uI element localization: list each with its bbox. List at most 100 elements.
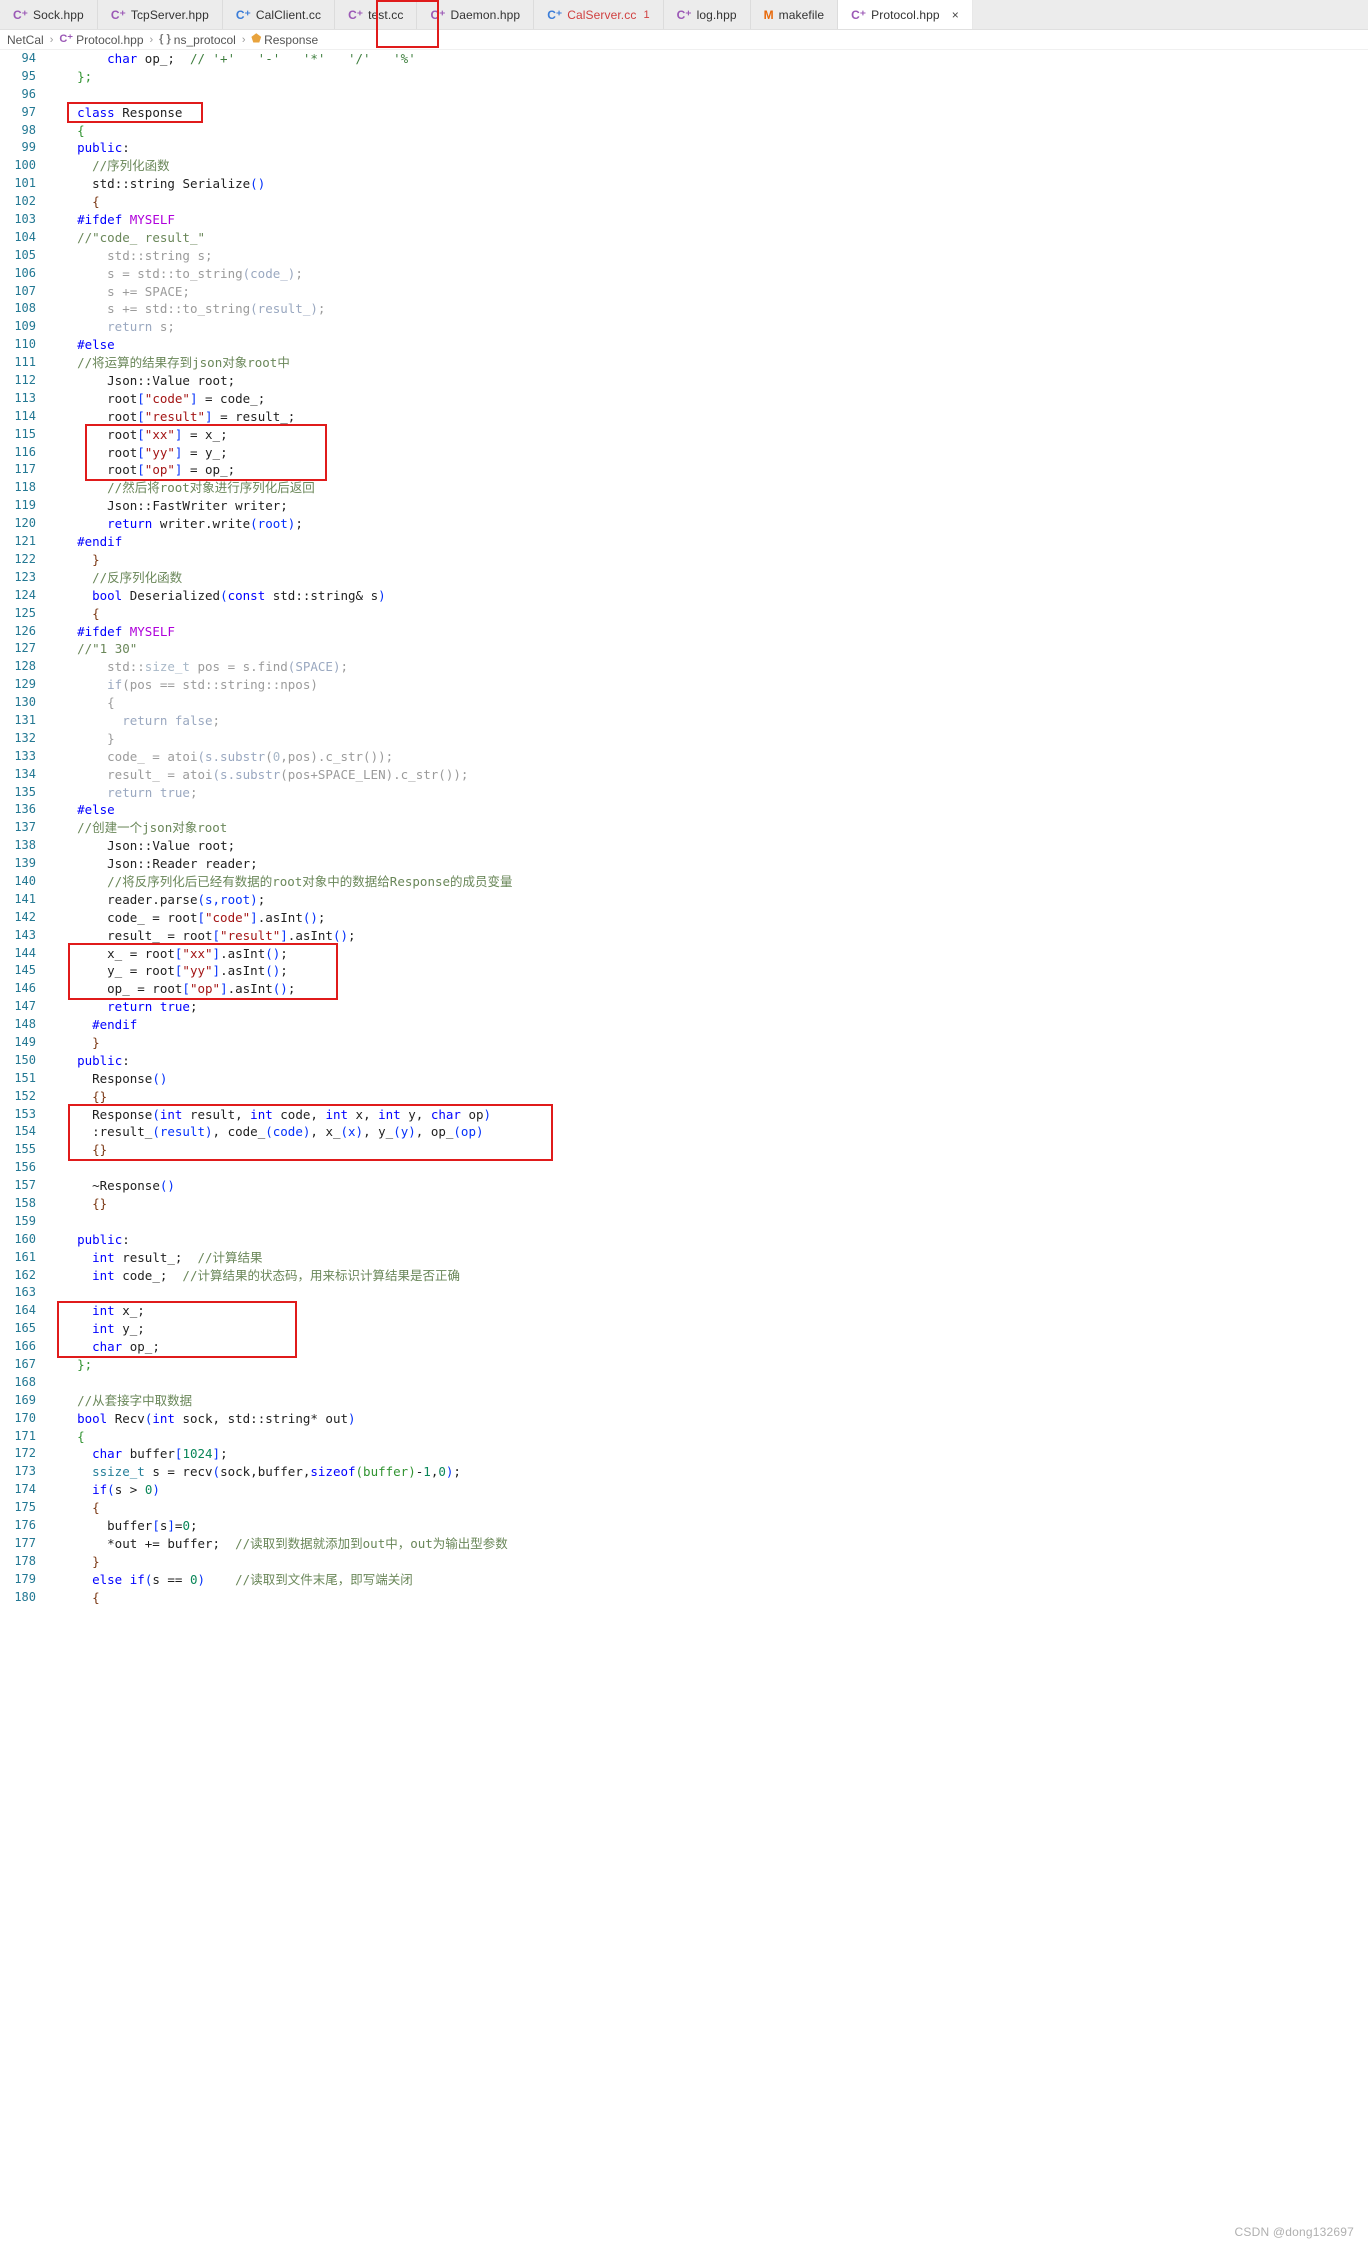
code-line[interactable]: 138 Json::Value root; — [0, 837, 1368, 855]
code-line[interactable]: 136 #else — [0, 801, 1368, 819]
code-line[interactable]: 174 if(s > 0) — [0, 1481, 1368, 1499]
code-line[interactable]: 142 code_ = root["code"].asInt(); — [0, 909, 1368, 927]
code-line[interactable]: 155 {} — [0, 1141, 1368, 1159]
code-line[interactable]: 163 — [0, 1284, 1368, 1302]
code-line[interactable]: 168 — [0, 1374, 1368, 1392]
code-line[interactable]: 117 root["op"] = op_; — [0, 461, 1368, 479]
tab-protocol-hpp[interactable]: C⁺ Protocol.hpp × — [838, 0, 973, 29]
code-line[interactable]: 171 { — [0, 1428, 1368, 1446]
code-line[interactable]: 145 y_ = root["yy"].asInt(); — [0, 962, 1368, 980]
code-line[interactable]: 131 return false; — [0, 712, 1368, 730]
code-line[interactable]: 147 return true; — [0, 998, 1368, 1016]
code-line[interactable]: 135 return true; — [0, 784, 1368, 802]
code-line[interactable]: 129 if(pos == std::string::npos) — [0, 676, 1368, 694]
code-line[interactable]: 146 op_ = root["op"].asInt(); — [0, 980, 1368, 998]
code-line[interactable]: 132 } — [0, 730, 1368, 748]
code-line[interactable]: 150 public: — [0, 1052, 1368, 1070]
code-line[interactable]: 158 {} — [0, 1195, 1368, 1213]
code-line[interactable]: 122 } — [0, 551, 1368, 569]
code-line[interactable]: 99 public: — [0, 139, 1368, 157]
code-line[interactable]: 166 char op_; — [0, 1338, 1368, 1356]
code-line[interactable]: 104 //"code_ result_" — [0, 229, 1368, 247]
code-line[interactable]: 127 //"1 30" — [0, 640, 1368, 658]
code-line[interactable]: 125 { — [0, 605, 1368, 623]
tab-log-hpp[interactable]: C⁺ log.hpp — [663, 0, 751, 29]
breadcrumb-item-protocol-hpp[interactable]: C⁺ Protocol.hpp — [59, 33, 143, 47]
code-line[interactable]: 118 //然后将root对象进行序列化后返回 — [0, 479, 1368, 497]
code-line[interactable]: 105 std::string s; — [0, 247, 1368, 265]
code-line[interactable]: 156 — [0, 1159, 1368, 1177]
tab-calserver-cc[interactable]: C⁺ CalServer.cc 1 — [534, 0, 664, 29]
code-line[interactable]: 153 Response(int result, int code, int x… — [0, 1106, 1368, 1124]
code-line[interactable]: 101 std::string Serialize() — [0, 175, 1368, 193]
code-line[interactable]: 108 s += std::to_string(result_); — [0, 300, 1368, 318]
breadcrumb-item-netcal[interactable]: NetCal — [7, 33, 44, 47]
tab-sock-hpp[interactable]: C⁺ Sock.hpp — [0, 0, 98, 29]
code-line[interactable]: 114 root["result"] = result_; — [0, 408, 1368, 426]
close-icon[interactable]: × — [952, 9, 959, 21]
code-line[interactable]: 161 int result_; //计算结果 — [0, 1249, 1368, 1267]
code-line[interactable]: 96 — [0, 86, 1368, 104]
code-line[interactable]: 154 :result_(result), code_(code), x_(x)… — [0, 1123, 1368, 1141]
tab-tcpserver-hpp[interactable]: C⁺ TcpServer.hpp — [97, 0, 223, 29]
code-line[interactable]: 126 #ifdef MYSELF — [0, 623, 1368, 641]
code-line[interactable]: 159 — [0, 1213, 1368, 1231]
code-line[interactable]: 179 else if(s == 0) //读取到文件末尾，即写端关闭 — [0, 1571, 1368, 1589]
code-line[interactable]: 137 //创建一个json对象root — [0, 819, 1368, 837]
code-line[interactable]: 178 } — [0, 1553, 1368, 1571]
code-line[interactable]: 100 //序列化函数 — [0, 157, 1368, 175]
code-line[interactable]: 152 {} — [0, 1088, 1368, 1106]
code-line[interactable]: 177 *out += buffer; //读取到数据就添加到out中，out为… — [0, 1535, 1368, 1553]
code-line[interactable]: 144 x_ = root["xx"].asInt(); — [0, 945, 1368, 963]
code-line[interactable]: 130 { — [0, 694, 1368, 712]
code-line[interactable]: 106 s = std::to_string(code_); — [0, 265, 1368, 283]
code-line[interactable]: 141 reader.parse(s,root); — [0, 891, 1368, 909]
code-line[interactable]: 176 buffer[s]=0; — [0, 1517, 1368, 1535]
code-line[interactable]: 173 ssize_t s = recv(sock,buffer,sizeof(… — [0, 1463, 1368, 1481]
code-line[interactable]: 139 Json::Reader reader; — [0, 855, 1368, 873]
code-line[interactable]: 164 int x_; — [0, 1302, 1368, 1320]
code-line[interactable]: 170 bool Recv(int sock, std::string* out… — [0, 1410, 1368, 1428]
code-line[interactable]: 119 Json::FastWriter writer; — [0, 497, 1368, 515]
code-line[interactable]: 133 code_ = atoi(s.substr(0,pos).c_str()… — [0, 748, 1368, 766]
code-line[interactable]: 175 { — [0, 1499, 1368, 1517]
code-line[interactable]: 97 class Response — [0, 104, 1368, 122]
code-line[interactable]: 148 #endif — [0, 1016, 1368, 1034]
tab-daemon-hpp[interactable]: C⁺ Daemon.hpp — [417, 0, 535, 29]
code-line[interactable]: 180 { — [0, 1589, 1368, 1607]
code-line[interactable]: 124 bool Deserialized(const std::string&… — [0, 587, 1368, 605]
code-line[interactable]: 98 { — [0, 122, 1368, 140]
code-line[interactable]: 149 } — [0, 1034, 1368, 1052]
code-line[interactable]: 172 char buffer[1024]; — [0, 1445, 1368, 1463]
code-line[interactable]: 113 root["code"] = code_; — [0, 390, 1368, 408]
editor-tab-bar[interactable]: C⁺ Sock.hpp C⁺ TcpServer.hpp C⁺ CalClient.cc C… — [0, 0, 1368, 48]
code-line[interactable]: 95 }; — [0, 68, 1368, 86]
code-line[interactable]: 110 #else — [0, 336, 1368, 354]
code-line[interactable]: 107 s += SPACE; — [0, 283, 1368, 301]
code-line[interactable]: 128 std::size_t pos = s.find(SPACE); — [0, 658, 1368, 676]
code-line[interactable]: 151 Response() — [0, 1070, 1368, 1088]
code-editor[interactable]: 94 char op_; // '+' '-' '*' '/' '%' 95 };… — [0, 50, 1368, 1607]
code-line[interactable]: 160 public: — [0, 1231, 1368, 1249]
code-line[interactable]: 169 //从套接字中取数据 — [0, 1392, 1368, 1410]
code-line[interactable]: 120 return writer.write(root); — [0, 515, 1368, 533]
code-line[interactable]: 123 //反序列化函数 — [0, 569, 1368, 587]
code-line[interactable]: 94 char op_; // '+' '-' '*' '/' '%' — [0, 50, 1368, 68]
breadcrumb-item-ns-protocol[interactable]: { } ns_protocol — [159, 33, 236, 47]
code-line[interactable]: 140 //将反序列化后已经有数据的root对象中的数据给Response的成员… — [0, 873, 1368, 891]
code-line[interactable]: 116 root["yy"] = y_; — [0, 444, 1368, 462]
code-line[interactable]: 165 int y_; — [0, 1320, 1368, 1338]
code-line[interactable]: 115 root["xx"] = x_; — [0, 426, 1368, 444]
code-line[interactable]: 143 result_ = root["result"].asInt(); — [0, 927, 1368, 945]
breadcrumb-item-response[interactable]: ⬟ Response — [252, 33, 319, 47]
code-line[interactable]: 121 #endif — [0, 533, 1368, 551]
tab-calclient-cc[interactable]: C⁺ CalClient.cc — [222, 0, 336, 29]
code-line[interactable]: 102 { — [0, 193, 1368, 211]
code-line[interactable]: 157 ~Response() — [0, 1177, 1368, 1195]
code-line[interactable]: 109 return s; — [0, 318, 1368, 336]
breadcrumb[interactable]: NetCal › C⁺ Protocol.hpp › { } ns_protocol › ⬟ Re… — [0, 30, 1368, 50]
code-line[interactable]: 134 result_ = atoi(s.substr(pos+SPACE_LE… — [0, 766, 1368, 784]
code-line[interactable]: 103 #ifdef MYSELF — [0, 211, 1368, 229]
code-line[interactable]: 111 //将运算的结果存到json对象root中 — [0, 354, 1368, 372]
code-line[interactable]: 112 Json::Value root; — [0, 372, 1368, 390]
